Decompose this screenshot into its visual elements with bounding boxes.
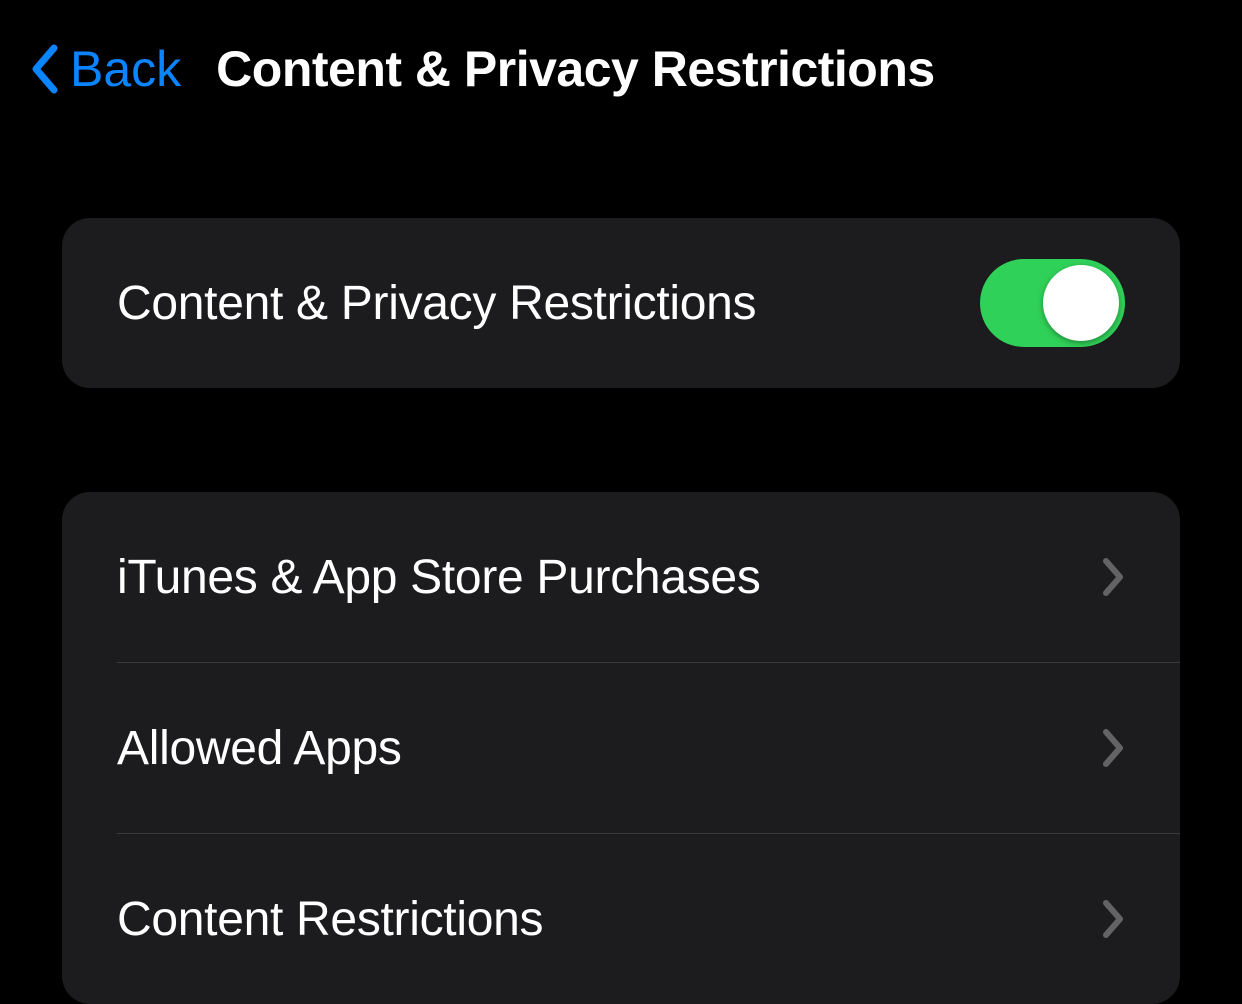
toggle-knob <box>1043 265 1119 341</box>
chevron-left-icon <box>30 42 60 96</box>
content-privacy-toggle[interactable] <box>980 259 1125 347</box>
toggle-panel: Content & Privacy Restrictions <box>62 218 1180 388</box>
allowed-apps-row[interactable]: Allowed Apps <box>62 663 1180 833</box>
toggle-row-label: Content & Privacy Restrictions <box>117 276 756 331</box>
page-title: Content & Privacy Restrictions <box>216 40 935 98</box>
content-area: Content & Privacy Restrictions iTunes & … <box>0 118 1242 1004</box>
itunes-app-store-purchases-row[interactable]: iTunes & App Store Purchases <box>62 492 1180 662</box>
chevron-right-icon <box>1101 898 1125 940</box>
chevron-right-icon <box>1101 556 1125 598</box>
header: Back Content & Privacy Restrictions <box>0 0 1242 118</box>
links-panel: iTunes & App Store Purchases Allowed App… <box>62 492 1180 1004</box>
row-label: Content Restrictions <box>117 892 543 947</box>
back-label: Back <box>70 40 181 98</box>
row-label: iTunes & App Store Purchases <box>117 550 761 605</box>
back-button[interactable]: Back <box>30 40 181 98</box>
row-label: Allowed Apps <box>117 721 402 776</box>
chevron-right-icon <box>1101 727 1125 769</box>
content-privacy-toggle-row[interactable]: Content & Privacy Restrictions <box>62 218 1180 388</box>
content-restrictions-row[interactable]: Content Restrictions <box>62 834 1180 1004</box>
